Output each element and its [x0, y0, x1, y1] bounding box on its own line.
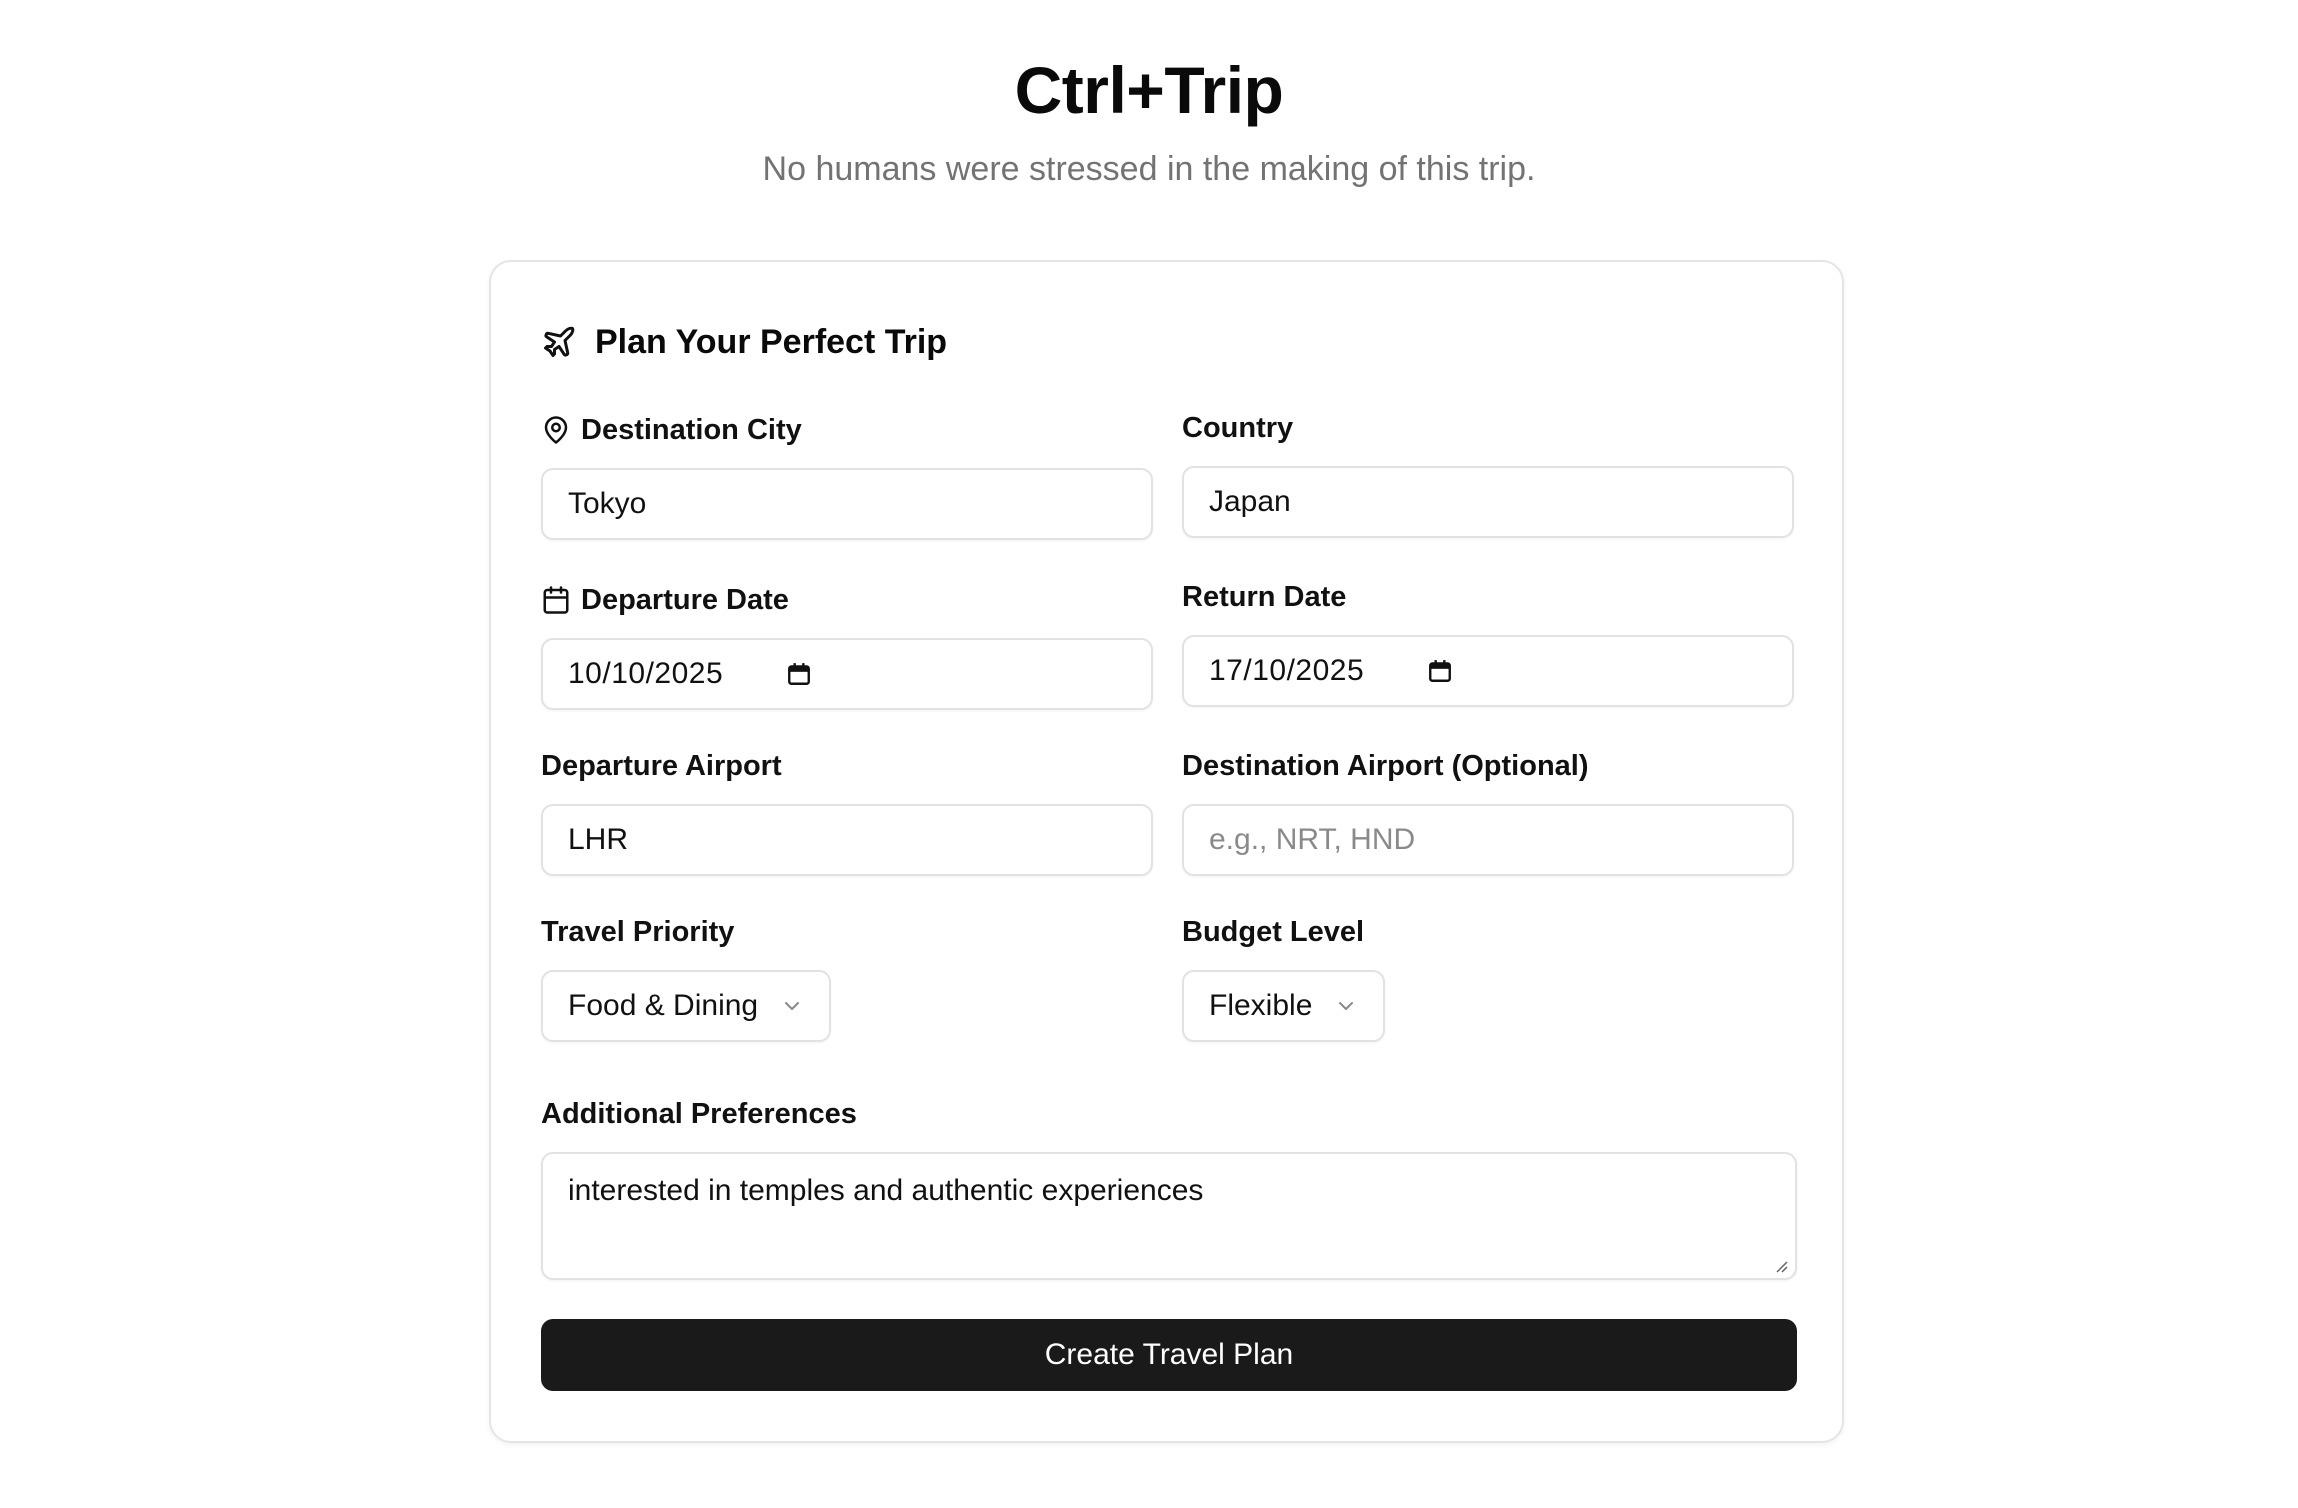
- map-pin-icon: [541, 415, 571, 445]
- card-header: Plan Your Perfect Trip: [541, 312, 947, 372]
- departure-airport-field: Departure Airport LHR: [541, 746, 1153, 876]
- departure-date-label: Departure Date: [581, 583, 789, 616]
- country-value: Japan: [1209, 485, 1291, 518]
- resize-handle-icon[interactable]: [1773, 1258, 1789, 1274]
- destination-airport-input[interactable]: e.g., NRT, HND: [1182, 804, 1794, 876]
- app-subtitle: No humans were stressed in the making of…: [762, 150, 1536, 188]
- calendar-icon: [541, 585, 571, 615]
- create-travel-plan-button[interactable]: Create Travel Plan: [541, 1319, 1797, 1391]
- travel-priority-field: Travel Priority Food & Dining: [541, 912, 1153, 1042]
- departure-airport-input[interactable]: LHR: [541, 804, 1153, 876]
- country-field: Country Japan: [1182, 408, 1794, 538]
- destination-airport-label: Destination Airport (Optional): [1182, 749, 1589, 782]
- departure-airport-label-row: Departure Airport: [541, 746, 1153, 786]
- return-date-value: 17/10/2025: [1209, 654, 1365, 687]
- travel-priority-value: Food & Dining: [568, 989, 759, 1022]
- budget-level-select[interactable]: Flexible: [1182, 970, 1386, 1042]
- chevron-down-icon: [780, 994, 804, 1018]
- destination-airport-label-row: Destination Airport (Optional): [1182, 746, 1794, 786]
- departure-airport-label: Departure Airport: [541, 749, 782, 782]
- additional-preferences-field: Additional Preferences interested in tem…: [541, 1094, 1797, 1280]
- date-picker-icon[interactable]: [1427, 658, 1453, 684]
- additional-preferences-value: interested in temples and authentic expe…: [568, 1174, 1204, 1207]
- destination-city-value: Tokyo: [568, 487, 647, 520]
- budget-level-value: Flexible: [1209, 989, 1313, 1022]
- departure-airport-value: LHR: [568, 823, 629, 856]
- return-date-label-row: Return Date: [1182, 577, 1794, 617]
- page: Ctrl+Trip No humans were stressed in the…: [0, 0, 2298, 1508]
- country-label-row: Country: [1182, 408, 1794, 448]
- additional-preferences-label-row: Additional Preferences: [541, 1094, 1797, 1134]
- budget-level-field: Budget Level Flexible: [1182, 912, 1794, 1042]
- additional-preferences-textarea[interactable]: interested in temples and authentic expe…: [541, 1152, 1797, 1280]
- departure-date-field: Departure Date 10/10/2025: [541, 580, 1153, 710]
- country-input[interactable]: Japan: [1182, 466, 1794, 538]
- destination-city-input[interactable]: Tokyo: [541, 468, 1153, 540]
- chevron-down-icon: [1334, 994, 1358, 1018]
- departure-date-input[interactable]: 10/10/2025: [541, 638, 1153, 710]
- budget-level-label: Budget Level: [1182, 915, 1365, 948]
- destination-city-label-row: Destination City: [541, 410, 1153, 450]
- travel-priority-label: Travel Priority: [541, 915, 735, 948]
- country-label: Country: [1182, 411, 1294, 444]
- destination-airport-placeholder: e.g., NRT, HND: [1209, 823, 1416, 856]
- destination-airport-field: Destination Airport (Optional) e.g., NRT…: [1182, 746, 1794, 876]
- return-date-label: Return Date: [1182, 580, 1347, 613]
- budget-level-label-row: Budget Level: [1182, 912, 1794, 952]
- date-picker-icon[interactable]: [786, 661, 812, 687]
- travel-priority-label-row: Travel Priority: [541, 912, 1153, 952]
- destination-city-field: Destination City Tokyo: [541, 410, 1153, 540]
- app-title: Ctrl+Trip: [1014, 53, 1284, 127]
- return-date-input[interactable]: 17/10/2025: [1182, 635, 1794, 707]
- destination-city-label: Destination City: [581, 413, 802, 446]
- trip-form-card: Plan Your Perfect Trip Destination City …: [489, 260, 1844, 1443]
- card-title: Plan Your Perfect Trip: [595, 322, 948, 361]
- travel-priority-select[interactable]: Food & Dining: [541, 970, 832, 1042]
- additional-preferences-label: Additional Preferences: [541, 1097, 857, 1130]
- return-date-field: Return Date 17/10/2025: [1182, 577, 1794, 707]
- departure-date-value: 10/10/2025: [568, 657, 724, 690]
- plane-icon: [541, 324, 577, 360]
- departure-date-label-row: Departure Date: [541, 580, 1153, 620]
